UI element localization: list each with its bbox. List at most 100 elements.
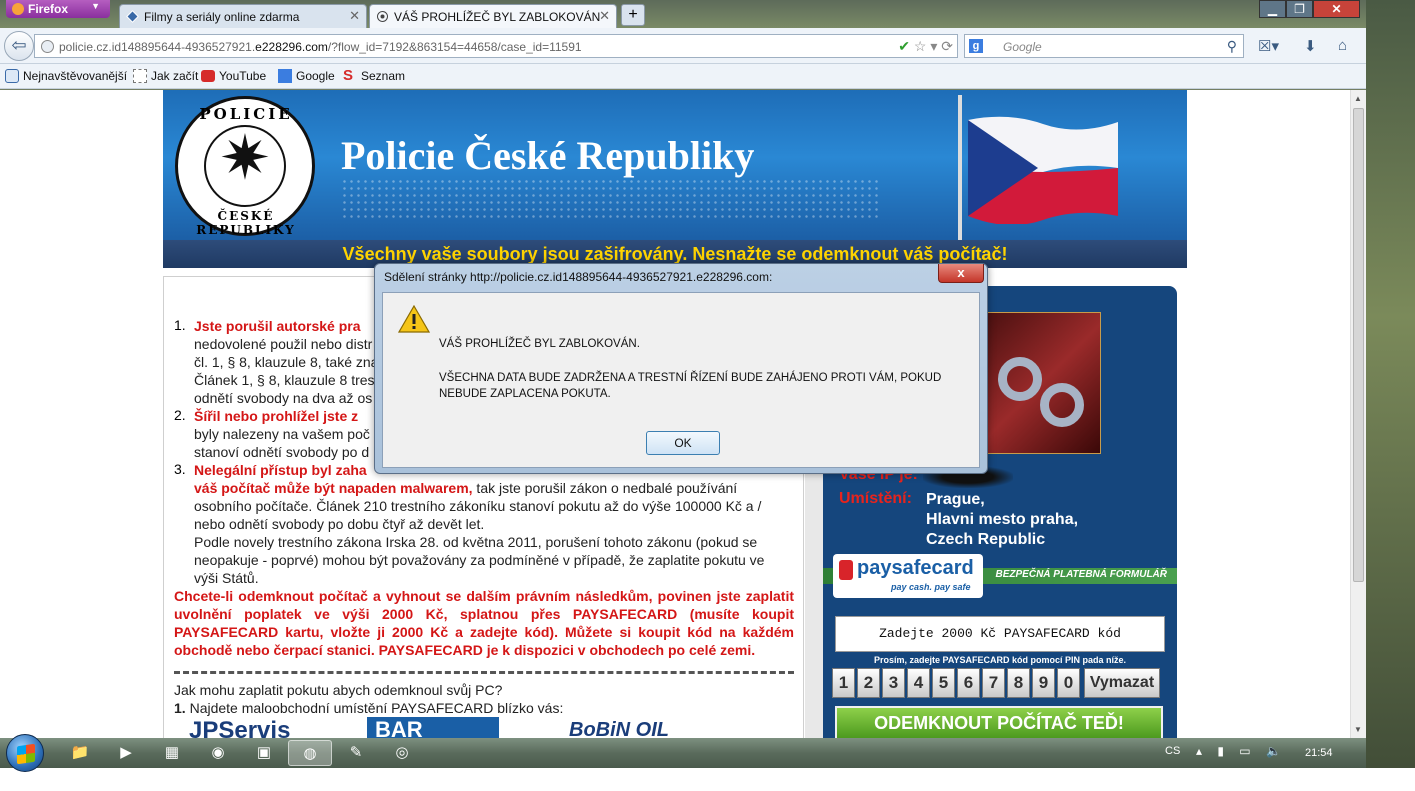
paint-icon[interactable]: ✎ — [334, 740, 378, 766]
retailer-logo: JPServis — [189, 717, 291, 738]
media-player-icon[interactable]: ▶ — [104, 740, 148, 766]
tab-blocked-page[interactable]: VÁŠ PROHLÍŽEČ BYL ZABLOKOVÁN ✕ — [369, 4, 617, 28]
location-value: Prague, Hlavni mesto praha, Czech Republ… — [926, 490, 1078, 550]
url-path: /?flow_id=7192&863154=44658/case_id=1159… — [327, 40, 582, 54]
item-line: byly nalezeny na vašem poč — [194, 426, 370, 442]
app-grid-icon[interactable]: ▦ — [150, 740, 194, 766]
tab-title: Filmy a seriály online zdarma — [144, 10, 300, 24]
bookmark-most-visited[interactable]: Nejnavštěvovanější — [5, 69, 127, 83]
google-icon: g — [969, 39, 983, 53]
ok-button[interactable]: OK — [646, 431, 720, 455]
item-line: neopakuje - poprvé) mohou být považovány… — [194, 552, 765, 568]
item-line: nedovolené použil nebo distr — [194, 336, 373, 352]
start-button[interactable] — [6, 734, 44, 772]
step-1: 1. Najdete maloobchodní umístění PAYSAFE… — [174, 699, 794, 717]
bookmark-google[interactable]: Google — [278, 69, 335, 83]
page-icon — [133, 69, 147, 83]
step-number: 1. — [174, 700, 186, 716]
chrome-icon[interactable]: ◎ — [380, 740, 424, 766]
dropdown-icon[interactable]: ▾ — [930, 38, 937, 54]
scroll-thumb[interactable] — [1353, 108, 1364, 582]
vertical-scrollbar[interactable]: ▲ ▼ — [1350, 90, 1366, 738]
maximize-button[interactable]: ❐ — [1286, 0, 1313, 18]
home-icon[interactable]: ⌂ — [1338, 37, 1347, 54]
handcuff-ring — [998, 357, 1042, 401]
key-3[interactable]: 3 — [882, 668, 905, 698]
retailer-logos: JPServis BAR BoBiN OIL — [189, 717, 789, 738]
back-button[interactable]: ⇦ — [4, 31, 34, 61]
divider — [174, 671, 794, 674]
window-app-icon[interactable]: ▣ — [242, 740, 286, 766]
url-host-prefix: policie.cz.id148895644-4936527921. — [59, 40, 256, 54]
item-line: čl. 1, § 8, klauzule 8, také zna — [194, 354, 379, 370]
desktop-wallpaper — [1366, 0, 1415, 791]
reload-icon[interactable]: ⟳ — [941, 38, 953, 54]
item-line: Podle novely trestního zákona Irska 28. … — [194, 534, 758, 550]
download-icon[interactable]: ⬇ — [1304, 37, 1317, 55]
most-visited-icon — [5, 69, 19, 83]
firefox-icon — [12, 3, 24, 15]
google-icon — [278, 69, 292, 83]
scroll-down-icon[interactable]: ▼ — [1354, 725, 1362, 734]
search-icon[interactable]: ⚲ — [1227, 38, 1237, 55]
close-window-button[interactable]: ✕ — [1313, 0, 1360, 18]
dialog-message-heading: VÁŠ PROHLÍŽEČ BYL ZABLOKOVÁN. — [439, 338, 640, 350]
unlock-button[interactable]: ODEMKNOUT POČÍTAČ TEĎ! — [835, 706, 1163, 738]
explorer-icon[interactable]: 📁 — [58, 740, 102, 766]
star-icon[interactable]: ☆ — [914, 38, 927, 54]
key-9[interactable]: 9 — [1032, 668, 1055, 698]
key-8[interactable]: 8 — [1007, 668, 1030, 698]
paysafecard-logo: paysafecard pay cash. pay safe — [833, 554, 983, 598]
paysafecard-code-input[interactable]: Zadejte 2000 Kč PAYSAFECARD kód — [835, 616, 1165, 652]
clock[interactable]: 21:54 — [1305, 747, 1333, 759]
key-4[interactable]: 4 — [907, 668, 930, 698]
minimize-button[interactable]: ▁ — [1259, 0, 1286, 18]
firefox-menu-button[interactable]: Firefox ▼ — [6, 0, 110, 18]
firefox-menu-label: Firefox — [28, 2, 69, 16]
item-line: nebo odnětí svobody po dobu čtyř až devě… — [194, 516, 485, 532]
warning-icon — [398, 305, 430, 333]
bookmark-getting-started[interactable]: Jak začít — [133, 69, 198, 83]
pin-hint: Prosím, zadejte PAYSAFECARD kód pomocí P… — [873, 655, 1127, 665]
key-1[interactable]: 1 — [832, 668, 855, 698]
alert-dialog: Sdělení stránky http://policie.cz.id1488… — [374, 263, 988, 474]
search-box[interactable]: g Google ⚲ — [964, 34, 1244, 58]
check-icon: ✔ — [898, 38, 910, 54]
item-line: tak jste porušil zákon o nedbalé používá… — [472, 480, 738, 496]
scroll-up-icon[interactable]: ▲ — [1354, 94, 1362, 103]
bookmark-seznam[interactable]: S Seznam — [343, 68, 406, 83]
how-to-pay-heading: Jak mohu zaplatit pokutu abych odemknoul… — [174, 682, 503, 698]
item-number: 1. — [174, 317, 186, 333]
badge-bottom-text: ČESKÉ REPUBLIKY — [196, 209, 296, 237]
dialog-close-button[interactable]: x — [938, 264, 984, 283]
system-tray-icons[interactable]: ▴ ▮ ▭ 🔈 — [1196, 744, 1287, 758]
page-icon — [377, 11, 388, 22]
item-subheading: váš počítač může být napaden malwarem, — [194, 480, 473, 496]
location-line: Hlavni mesto praha, — [926, 511, 1079, 528]
close-tab-icon[interactable]: ✕ — [349, 8, 360, 24]
police-banner: POLICIE ✷ ČESKÉ REPUBLIKY Policie České … — [163, 90, 1187, 240]
close-tab-icon[interactable]: ✕ — [599, 8, 610, 24]
globe-icon — [41, 40, 54, 53]
torrent-icon[interactable]: ◉ — [196, 740, 240, 766]
address-bar[interactable]: policie.cz.id148895644-4936527921.e22829… — [34, 34, 958, 58]
firefox-taskbar-icon[interactable]: ◍ — [288, 740, 332, 766]
bookmarks-menu-icon[interactable]: ☒▾ — [1258, 37, 1279, 55]
key-5[interactable]: 5 — [932, 668, 955, 698]
bookmark-label: Seznam — [361, 69, 406, 83]
clear-button[interactable]: Vymazat — [1084, 668, 1160, 698]
item-heading: Nelegální přístup byl zaha — [194, 462, 367, 478]
key-0[interactable]: 0 — [1057, 668, 1080, 698]
item-line: stanoví odnětí svobody po d — [194, 444, 370, 460]
bookmark-youtube[interactable]: YouTube — [201, 69, 266, 83]
key-2[interactable]: 2 — [857, 668, 880, 698]
bookmark-label: Nejnavštěvovanější — [23, 69, 128, 83]
item-heading: Jste porušil autorské pra — [194, 318, 361, 334]
new-tab-button[interactable]: + — [621, 4, 645, 26]
secure-form-label: BEZPEČNÁ PLATEBNÁ FORMULÁŘ — [995, 569, 1167, 580]
language-indicator[interactable]: CS — [1165, 745, 1180, 757]
key-6[interactable]: 6 — [957, 668, 980, 698]
key-7[interactable]: 7 — [982, 668, 1005, 698]
compass-star-icon: ✷ — [219, 124, 271, 193]
tab-movies[interactable]: Filmy a seriály online zdarma ✕ — [119, 4, 367, 28]
